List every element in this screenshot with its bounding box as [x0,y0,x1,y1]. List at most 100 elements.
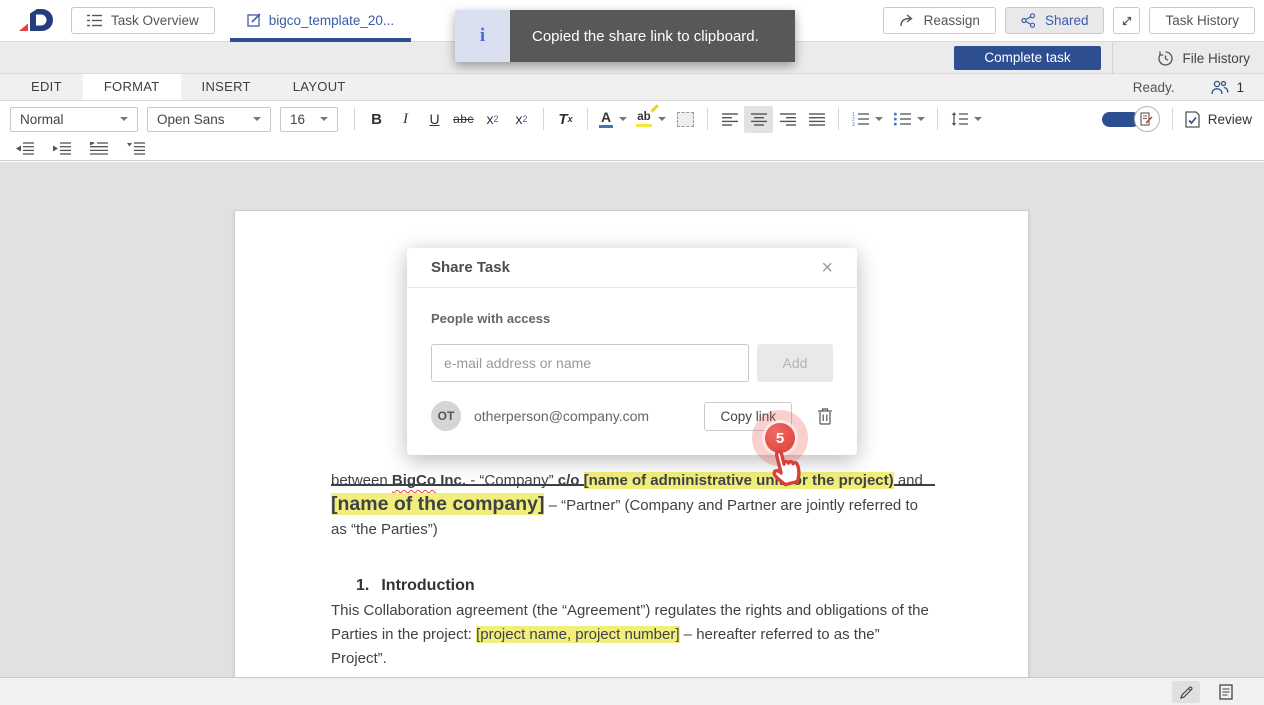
email-input[interactable] [431,344,749,382]
section-title: Introduction [381,577,474,594]
document-tab[interactable]: bigco_template_20... [230,0,411,42]
document-paragraph-introduction: This Collaboration agreement (the “Agree… [331,599,936,670]
font-size-select[interactable]: 16 [280,107,338,132]
document-view-button[interactable] [1212,681,1240,703]
numbered-list-button[interactable]: 1 2 3 [846,106,888,133]
bold-button[interactable]: B [362,106,391,133]
hanging-indent-button[interactable] [125,139,147,159]
toast-notification: i Copied the share link to clipboard. [455,10,795,62]
close-icon[interactable]: × [821,258,833,278]
menu-format[interactable]: FORMAT [83,74,181,100]
shared-person-row: OT otherperson@company.com Copy link [431,401,833,431]
menu-edit[interactable]: EDIT [10,74,83,100]
people-with-access-label: People with access [431,311,833,326]
font-color-button[interactable]: A [595,106,631,133]
reassign-arrow-icon [899,14,915,27]
add-button[interactable]: Add [757,344,833,382]
person-email: otherperson@company.com [474,408,704,424]
review-document-icon [1185,111,1200,128]
chevron-down-icon [253,117,261,121]
decrease-indent-button[interactable] [14,139,36,159]
divider [838,108,839,130]
copy-link-button[interactable]: Copy link [704,402,792,431]
modal-title: Share Task [431,259,510,276]
task-history-button[interactable]: Task History [1149,7,1255,34]
modal-body: People with access Add OT otherperson@co… [407,288,857,455]
align-justify-button[interactable] [802,106,831,133]
edit-mode-button[interactable] [1172,681,1200,703]
review-button[interactable]: Review [1185,111,1252,128]
font-family-select[interactable]: Open Sans [147,107,271,132]
document-paragraph-parties: between BigCo Inc. - “Company” c/o [name… [331,469,936,541]
chevron-down-icon [974,117,982,121]
hanging-indent-icon [127,142,145,155]
collapse-panel-button[interactable] [1113,7,1140,34]
bullet-list-icon [894,112,911,126]
borders-button[interactable] [671,106,700,133]
collaborators-icon[interactable] [1209,80,1229,95]
divider [1172,108,1173,130]
task-overview-button[interactable]: Task Overview [71,7,215,34]
document-text-icon [1219,684,1233,700]
align-center-button[interactable] [744,106,773,133]
borders-icon [677,112,694,127]
align-center-icon [751,113,767,126]
font-color-letter: A [599,111,613,128]
italic-button[interactable]: I [391,106,420,133]
shared-button[interactable]: Shared [1005,7,1105,34]
share-task-modal: Share Task × People with access Add OT o… [407,248,857,455]
chevron-down-icon [875,117,883,121]
status-text: Ready. [1133,80,1175,95]
pencil-icon [1179,685,1194,700]
divider [587,108,588,130]
superscript-base: x [486,111,493,127]
font-size-value: 16 [290,112,305,127]
align-right-button[interactable] [773,106,802,133]
subscript-button[interactable]: x2 [507,106,536,133]
increase-indent-icon [53,142,71,155]
task-history-label: Task History [1165,13,1239,28]
clear-formatting-mark: x [568,114,573,124]
share-icon [1021,13,1036,28]
divider [354,108,355,130]
highlight-icon: ab [636,111,651,127]
chevron-down-icon [320,117,328,121]
edit-document-icon [247,13,262,28]
menu-layout[interactable]: LAYOUT [272,74,367,100]
paragraph-style-select[interactable]: Normal [10,107,138,132]
section-heading: 1.Introduction [356,577,475,595]
brand-logo-icon [16,6,58,36]
bullet-list-button[interactable] [888,106,930,133]
line-spacing-icon [951,112,968,126]
task-overview-label: Task Overview [111,13,199,28]
first-line-indent-icon [90,142,108,155]
underline-button[interactable]: U [420,106,449,133]
strikethrough-button[interactable]: abc [449,106,478,133]
line-spacing-button[interactable] [945,106,987,133]
paragraph-style-value: Normal [20,112,64,127]
track-changes-toggle[interactable] [1102,106,1160,132]
increase-indent-button[interactable] [51,139,73,159]
highlight-color-button[interactable]: ab [631,106,671,133]
superscript-button[interactable]: x2 [478,106,507,133]
subscript-mark: 2 [522,114,527,124]
complete-task-button[interactable]: Complete task [954,46,1101,70]
first-line-indent-button[interactable] [88,139,110,159]
reassign-label: Reassign [924,13,980,28]
topbar-actions: Reassign Shared [883,7,1255,34]
list-icon [87,14,102,27]
file-history-button[interactable]: File History [1157,42,1250,74]
clear-formatting-button[interactable]: Tx [551,106,580,133]
bottom-bar [0,677,1264,705]
font-family-value: Open Sans [157,112,225,127]
menu-insert[interactable]: INSERT [181,74,272,100]
divider [707,108,708,130]
clear-formatting-base: T [558,111,567,128]
align-right-icon [780,113,796,126]
reassign-button[interactable]: Reassign [883,7,996,34]
superscript-mark: 2 [493,114,498,124]
app-window: Task Overview bigco_template_20... Reass… [0,0,1264,705]
align-left-button[interactable] [715,106,744,133]
delete-trash-icon[interactable] [817,407,833,425]
svg-text:3: 3 [852,122,855,126]
